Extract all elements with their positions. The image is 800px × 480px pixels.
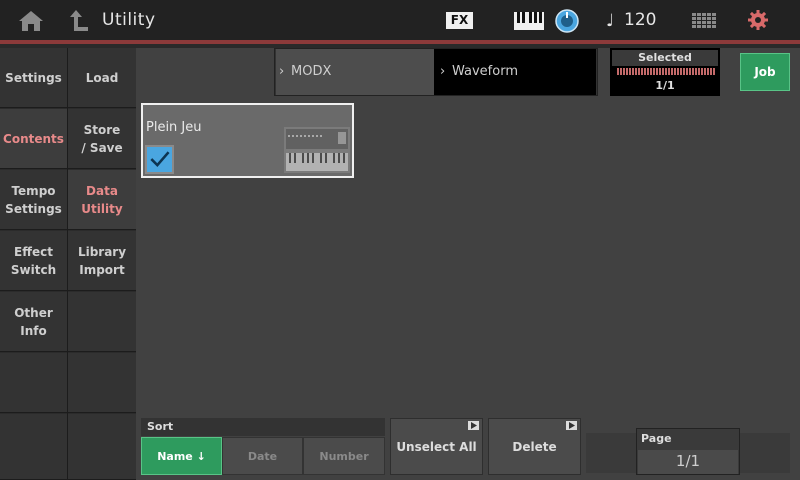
play-icon — [468, 421, 479, 430]
nav-empty-slot — [68, 414, 136, 480]
page-prev-slot[interactable] — [586, 433, 636, 473]
back-up-icon[interactable] — [70, 9, 90, 33]
sort-number-button[interactable]: Number — [303, 437, 385, 475]
nav-empty-slot — [68, 292, 136, 352]
synthesizer-icon — [284, 127, 350, 173]
nav-item-other-info[interactable]: Other Info — [0, 292, 67, 352]
page-title: Utility — [102, 10, 156, 30]
page-next-slot[interactable] — [740, 433, 790, 473]
gear-icon[interactable] — [748, 10, 768, 30]
nav-item-effect-switch[interactable]: Effect Switch — [0, 231, 67, 291]
selected-count: 1/1 — [655, 79, 675, 92]
content-tile-checkbox[interactable] — [145, 145, 174, 174]
nav-item-store-save[interactable]: Store / Save — [68, 109, 136, 169]
sort-name-button[interactable]: Name ↓ — [141, 437, 222, 475]
tempo-note-icon: ♩ — [606, 11, 615, 31]
grid-view-icon[interactable] — [692, 13, 716, 29]
job-button[interactable]: Job — [740, 53, 790, 91]
tempo-value[interactable]: 120 — [624, 10, 656, 30]
play-icon — [566, 421, 577, 430]
nav-item-data-utility[interactable]: Data Utility — [68, 170, 136, 230]
nav-empty-slot — [0, 353, 67, 413]
nav-empty-slot — [68, 353, 136, 413]
content-tile-name: Plein Jeu — [146, 120, 202, 135]
quick-setup-dial-icon[interactable] — [555, 9, 579, 33]
sort-date-button[interactable]: Date — [222, 437, 303, 475]
breadcrumb-label-modx: MODX — [291, 64, 332, 79]
home-icon[interactable] — [18, 10, 44, 32]
nav-item-contents[interactable]: Contents — [0, 109, 67, 169]
selected-progress-bar — [617, 68, 715, 75]
chevron-right-icon: › — [440, 64, 446, 79]
nav-item-library-import[interactable]: Library Import — [68, 231, 136, 291]
breadcrumb-label-waveform: Waveform — [452, 64, 518, 79]
chevron-right-icon: › — [279, 64, 285, 79]
nav-empty-slot — [0, 414, 67, 480]
page-label: Page — [641, 432, 672, 445]
fx-icon[interactable]: FX — [446, 12, 473, 29]
keyboard-icon[interactable] — [514, 12, 544, 30]
sort-label: Sort — [141, 418, 385, 436]
nav-item-settings[interactable]: Settings — [0, 48, 67, 108]
page-value: 1/1 — [675, 452, 701, 470]
nav-item-load[interactable]: Load — [68, 48, 136, 108]
nav-item-tempo-settings[interactable]: Tempo Settings — [0, 170, 67, 230]
selected-label: Selected — [612, 50, 718, 66]
